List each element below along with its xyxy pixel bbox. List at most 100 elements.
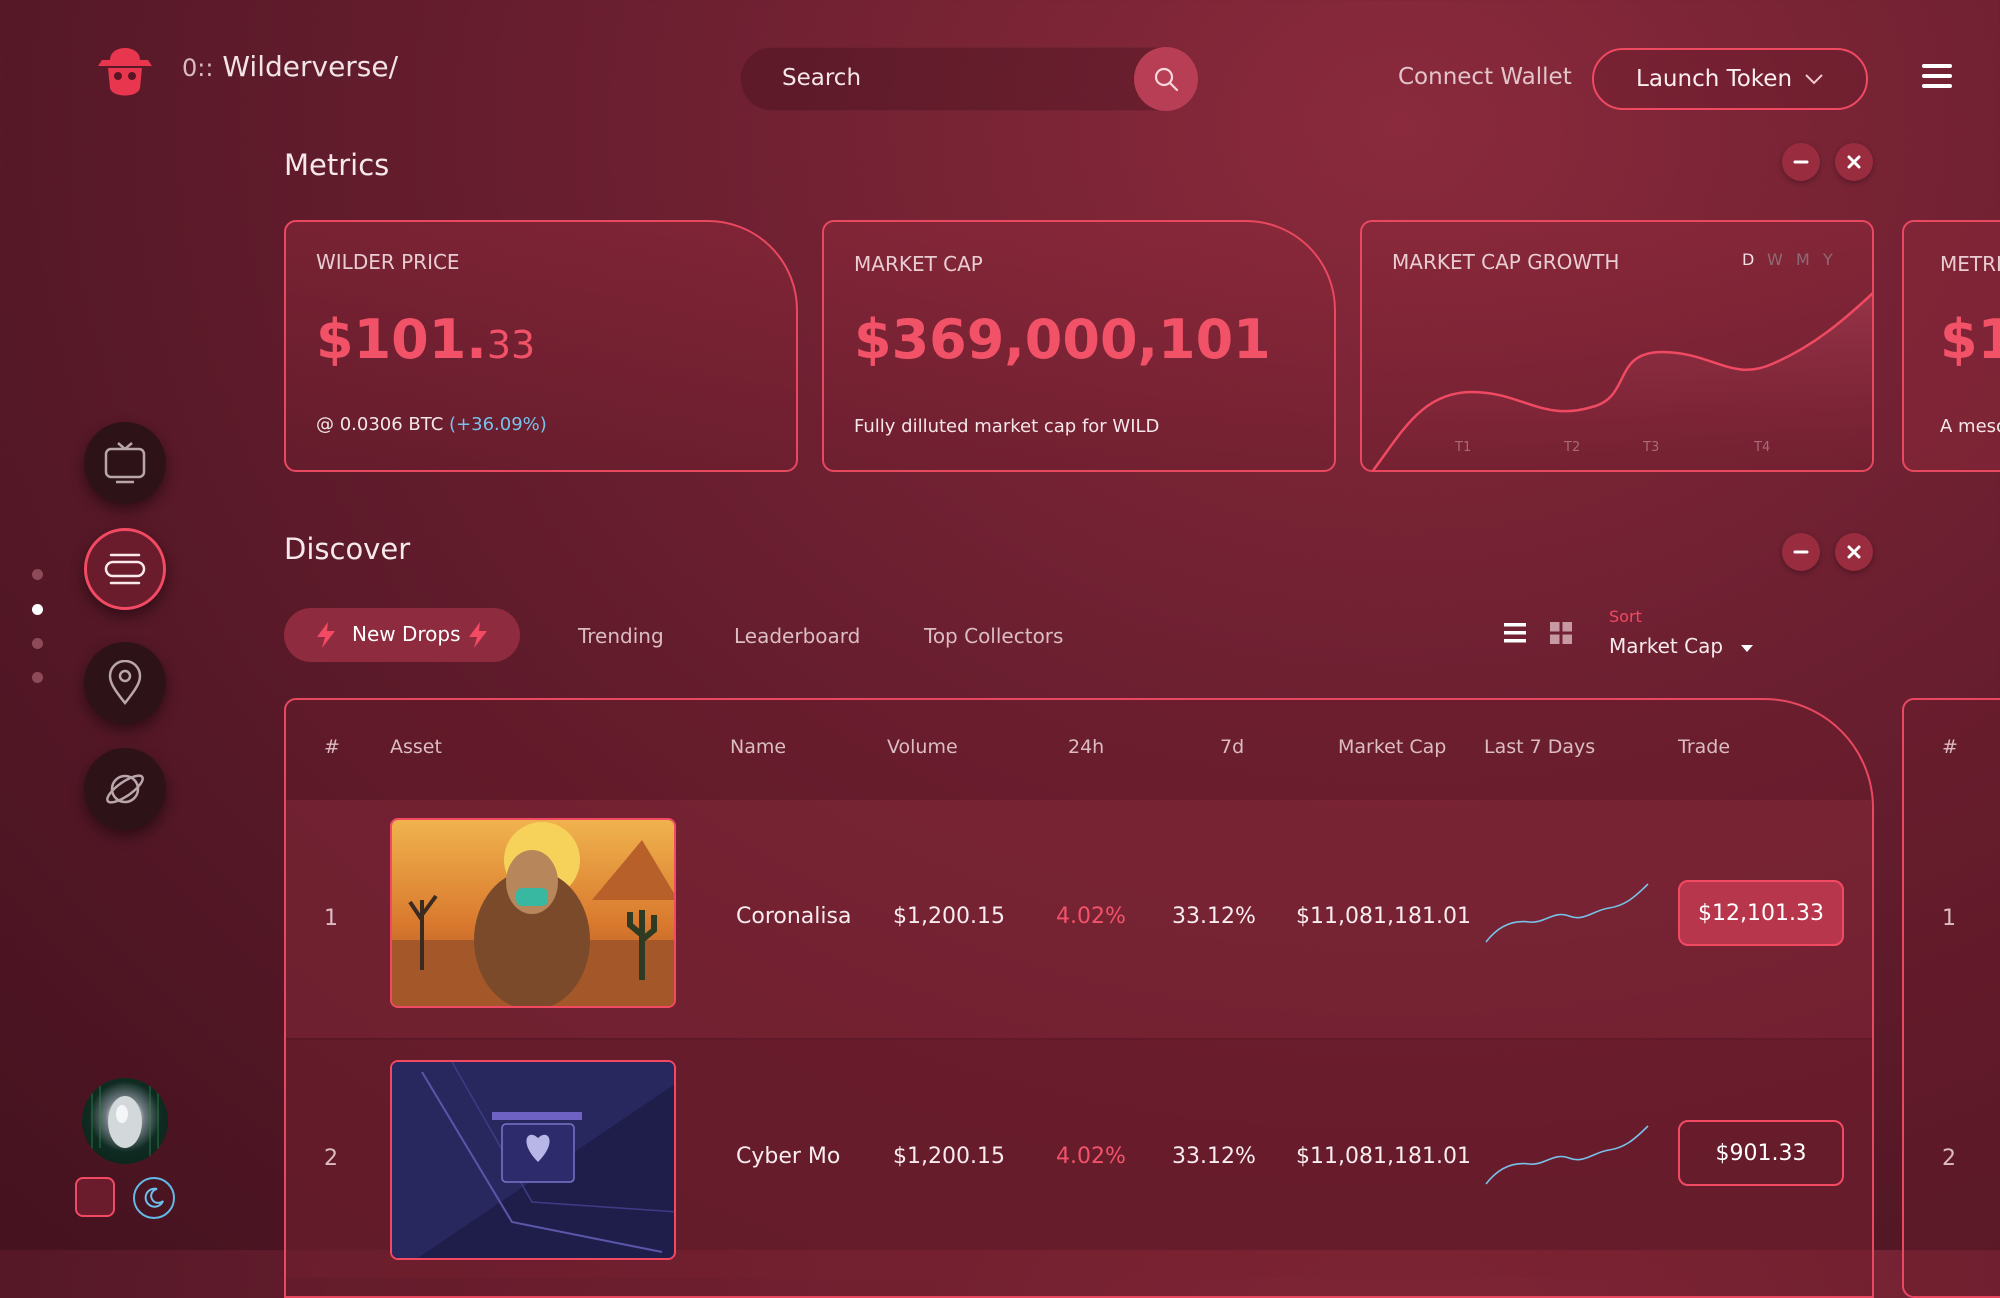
market-cap-growth-card[interactable]: MARKET CAP GROWTH D W M Y T1 T2 T3 T4 <box>1360 220 1874 472</box>
sort-value: Market Cap <box>1609 634 1724 658</box>
asset-volume: $1,200.15 <box>893 904 1005 929</box>
grid-view-icon[interactable] <box>1549 621 1573 645</box>
range-month[interactable]: M <box>1796 250 1810 269</box>
x-label-t1: T1 <box>1455 440 1472 455</box>
search-bar[interactable]: Search <box>740 47 1198 111</box>
metrics-close-button[interactable] <box>1835 143 1873 181</box>
x-label-t4: T4 <box>1754 440 1771 455</box>
tab-label: New Drops <box>352 622 461 646</box>
wilder-price-card[interactable]: WILDER PRICE $101.33 @ 0.0306 BTC (+36.0… <box>284 220 798 472</box>
metrics-minimize-button[interactable] <box>1782 143 1820 181</box>
menu-icon[interactable] <box>1922 64 1952 92</box>
list-view-icon[interactable] <box>1503 621 1527 645</box>
col-market-cap: Market Cap <box>1338 736 1447 758</box>
search-input[interactable]: Search <box>782 65 861 91</box>
minimize-icon <box>1793 550 1809 554</box>
card-label: MARKET CAP <box>854 252 983 276</box>
asset-thumbnail-cyber-mo[interactable] <box>390 1060 676 1260</box>
peek-description: A meso <box>1940 416 2000 437</box>
trade-button[interactable]: $12,101.33 <box>1678 880 1844 946</box>
launch-token-button[interactable]: Launch Token <box>1592 48 1868 110</box>
moon-icon <box>144 1187 164 1208</box>
asset-name: Cyber Mo <box>736 1144 841 1169</box>
market-cap-card[interactable]: MARKET CAP $369,000,101 Fully dilluted m… <box>822 220 1336 472</box>
trade-button[interactable]: $901.33 <box>1678 1120 1844 1186</box>
stack-icon <box>104 553 146 585</box>
brand-name: Wilderverse/ <box>222 50 399 83</box>
tab-trending[interactable]: Trending <box>578 624 664 648</box>
card-label: MARKET CAP GROWTH <box>1392 250 1620 274</box>
asset-market-cap: $11,081,181.01 <box>1296 904 1471 929</box>
asset-thumbnail-coronalisa[interactable] <box>390 818 676 1008</box>
close-icon <box>1847 155 1861 169</box>
tv-icon <box>104 442 146 484</box>
brand-prefix: 0:: <box>182 54 214 82</box>
theme-red-toggle[interactable] <box>75 1177 115 1217</box>
col-trade: Trade <box>1678 736 1731 758</box>
avatar[interactable] <box>82 1078 168 1164</box>
tab-top-collectors[interactable]: Top Collectors <box>924 624 1063 648</box>
wilder-price-value: $101.33 <box>316 308 536 371</box>
table-row[interactable]: 1 Coronalisa $1,200.15 4.02% 33.12% $11,… <box>286 800 1872 1038</box>
row-rank: 2 <box>324 1146 338 1171</box>
tv-nav-button[interactable] <box>84 422 166 504</box>
market-cap-description: Fully dilluted market cap for WILD <box>854 416 1160 437</box>
table-peek: # 1 2 <box>1902 698 2000 1298</box>
stack-nav-button[interactable] <box>84 528 166 610</box>
minimize-icon <box>1793 160 1809 164</box>
assets-table: # Asset Name Volume 24h 7d Market Cap La… <box>284 698 1874 1298</box>
planet-icon <box>106 774 144 804</box>
asset-name: Coronalisa <box>736 904 852 929</box>
btc-price: @ 0.0306 BTC (+36.09%) <box>316 414 547 435</box>
price-change: (+36.09%) <box>449 414 547 435</box>
asset-change-7d: 33.12% <box>1172 1144 1256 1169</box>
sort-dropdown[interactable]: Market Cap <box>1609 634 1755 658</box>
launch-token-label: Launch Token <box>1636 66 1793 92</box>
page-dot[interactable] <box>32 569 43 580</box>
location-icon <box>108 660 142 706</box>
asset-change-24h: 4.02% <box>1056 1144 1126 1169</box>
page-dot[interactable] <box>32 638 43 649</box>
search-icon <box>1154 67 1179 92</box>
sparkline-7d <box>1485 883 1649 943</box>
tab-new-drops[interactable]: New Drops <box>284 608 520 662</box>
col-7d: 7d <box>1220 736 1245 758</box>
page-dot-active[interactable] <box>32 604 43 615</box>
market-cap-value: $369,000,101 <box>854 308 1271 371</box>
chevron-down-icon <box>1805 74 1823 85</box>
dark-mode-toggle[interactable] <box>133 1177 175 1219</box>
col-rank: # <box>1942 736 1958 758</box>
planet-nav-button[interactable] <box>84 748 166 830</box>
connect-wallet-link[interactable]: Connect Wallet <box>1398 64 1572 90</box>
range-day[interactable]: D <box>1742 250 1754 269</box>
lightning-icon <box>317 622 335 648</box>
table-row[interactable]: 2 Cyber Mo $1,200.15 4.02% 33.12% $11,08… <box>286 1040 1872 1278</box>
lightning-icon <box>469 622 487 648</box>
col-last-7-days: Last 7 Days <box>1484 736 1596 758</box>
location-nav-button[interactable] <box>84 642 166 724</box>
caret-down-icon <box>1741 645 1754 652</box>
metric-card-peek[interactable]: METRI $1 A meso <box>1902 220 2000 472</box>
logo-icon[interactable] <box>92 36 158 106</box>
card-label: METRI <box>1940 252 2000 276</box>
tab-leaderboard[interactable]: Leaderboard <box>734 624 860 648</box>
discover-close-button[interactable] <box>1835 533 1873 571</box>
peek-value: $1 <box>1940 308 2000 371</box>
range-year[interactable]: Y <box>1823 250 1833 269</box>
asset-volume: $1,200.15 <box>893 1144 1005 1169</box>
asset-change-7d: 33.12% <box>1172 904 1256 929</box>
x-label-t3: T3 <box>1643 440 1660 455</box>
col-asset: Asset <box>390 736 442 758</box>
row-rank: 1 <box>1942 906 1956 931</box>
sparkline-7d <box>1485 1125 1649 1185</box>
col-24h: 24h <box>1068 736 1105 758</box>
metrics-title: Metrics <box>284 148 390 182</box>
discover-minimize-button[interactable] <box>1782 533 1820 571</box>
card-label: WILDER PRICE <box>316 250 460 274</box>
brand-title[interactable]: 0:: Wilderverse/ <box>182 50 398 83</box>
range-week[interactable]: W <box>1767 250 1783 269</box>
page-dot[interactable] <box>32 672 43 683</box>
search-button[interactable] <box>1134 47 1198 111</box>
row-rank: 1 <box>324 906 338 931</box>
sort-label: Sort <box>1609 607 1642 626</box>
